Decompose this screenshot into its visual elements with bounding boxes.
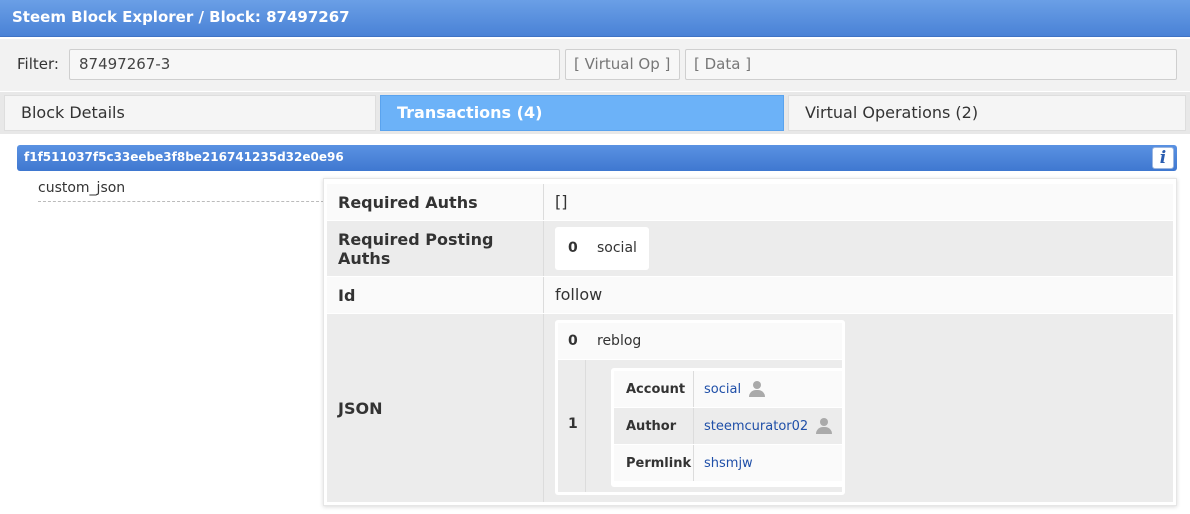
required-auths-value: [] — [555, 192, 568, 211]
user-icon[interactable] — [749, 381, 766, 397]
tab-transactions[interactable]: Transactions (4) — [380, 95, 784, 131]
field-key: JSON — [338, 398, 383, 418]
operation-type: custom_json — [38, 180, 324, 202]
json-value: shsmjw — [693, 445, 842, 481]
json-key: Account — [626, 381, 686, 397]
page-title: Steem Block Explorer / Block: 87497267 — [12, 8, 350, 26]
json-key: Permlink — [626, 455, 692, 471]
json-row-account: Account social — [614, 371, 842, 407]
operation-details-panel: Required Auths [] Required Posting Auths… — [323, 178, 1177, 506]
field-value: [] — [543, 184, 1173, 220]
tab-block-details[interactable]: Block Details — [4, 95, 376, 131]
transaction-hash: f1f511037f5c33eebe3f8be216741235d32e0e96 — [24, 150, 344, 164]
account-link[interactable]: social — [704, 382, 741, 397]
list-value: social — [597, 240, 637, 256]
json-row-author: Author steemcurator02 — [614, 408, 842, 444]
json-row-permlink: Permlink shsmjw — [614, 445, 842, 481]
list-value: reblog — [597, 333, 642, 349]
filter-input[interactable]: 87497267-3 — [69, 49, 560, 80]
field-key: Id — [338, 285, 356, 305]
user-icon[interactable] — [816, 418, 833, 434]
info-icon[interactable]: i — [1152, 147, 1174, 169]
tab-virtual-operations[interactable]: Virtual Operations (2) — [788, 95, 1186, 131]
json-value: social — [693, 371, 842, 407]
list-index: 0 — [568, 240, 578, 256]
json-key: Author — [626, 418, 677, 434]
json-array: 0 reblog 1 Account social Author steemcu… — [555, 320, 845, 495]
title-bar: Steem Block Explorer / Block: 87497267 — [0, 0, 1190, 37]
field-key: Required Posting Auths — [338, 229, 494, 268]
json-item-0: 0 reblog — [558, 323, 842, 359]
id-value: follow — [555, 285, 603, 304]
json-value: steemcurator02 — [693, 408, 842, 444]
filter-label: Filter: — [17, 55, 59, 73]
field-row-id: Id follow — [327, 277, 1173, 313]
permlink-link[interactable]: shsmjw — [704, 456, 753, 471]
json-object: Account social Author steemcurator02 Per… — [611, 368, 845, 487]
field-value: 0 reblog 1 Account social Author steemcu… — [543, 314, 1173, 502]
author-link[interactable]: steemcurator02 — [704, 419, 808, 434]
filter-bar: Filter: 87497267-3 [ Virtual Op ] [ Data… — [0, 39, 1190, 91]
field-value: follow — [543, 277, 1173, 313]
posting-auths-list: 0 social — [555, 227, 649, 270]
data-button[interactable]: [ Data ] — [685, 49, 1177, 80]
virtual-op-button[interactable]: [ Virtual Op ] — [565, 49, 680, 80]
field-value: 0 social — [543, 221, 1173, 276]
field-row-required-posting-auths: Required Posting Auths 0 social — [327, 221, 1173, 276]
field-row-required-auths: Required Auths [] — [327, 184, 1173, 220]
transaction-header[interactable]: f1f511037f5c33eebe3f8be216741235d32e0e96… — [17, 145, 1177, 171]
list-index: 1 — [568, 416, 578, 432]
field-row-json: JSON 0 reblog 1 Account social Author st… — [327, 314, 1173, 502]
list-index: 0 — [568, 333, 578, 349]
field-key: Required Auths — [338, 192, 478, 212]
tab-bar: Block Details Transactions (4) Virtual O… — [0, 92, 1190, 134]
